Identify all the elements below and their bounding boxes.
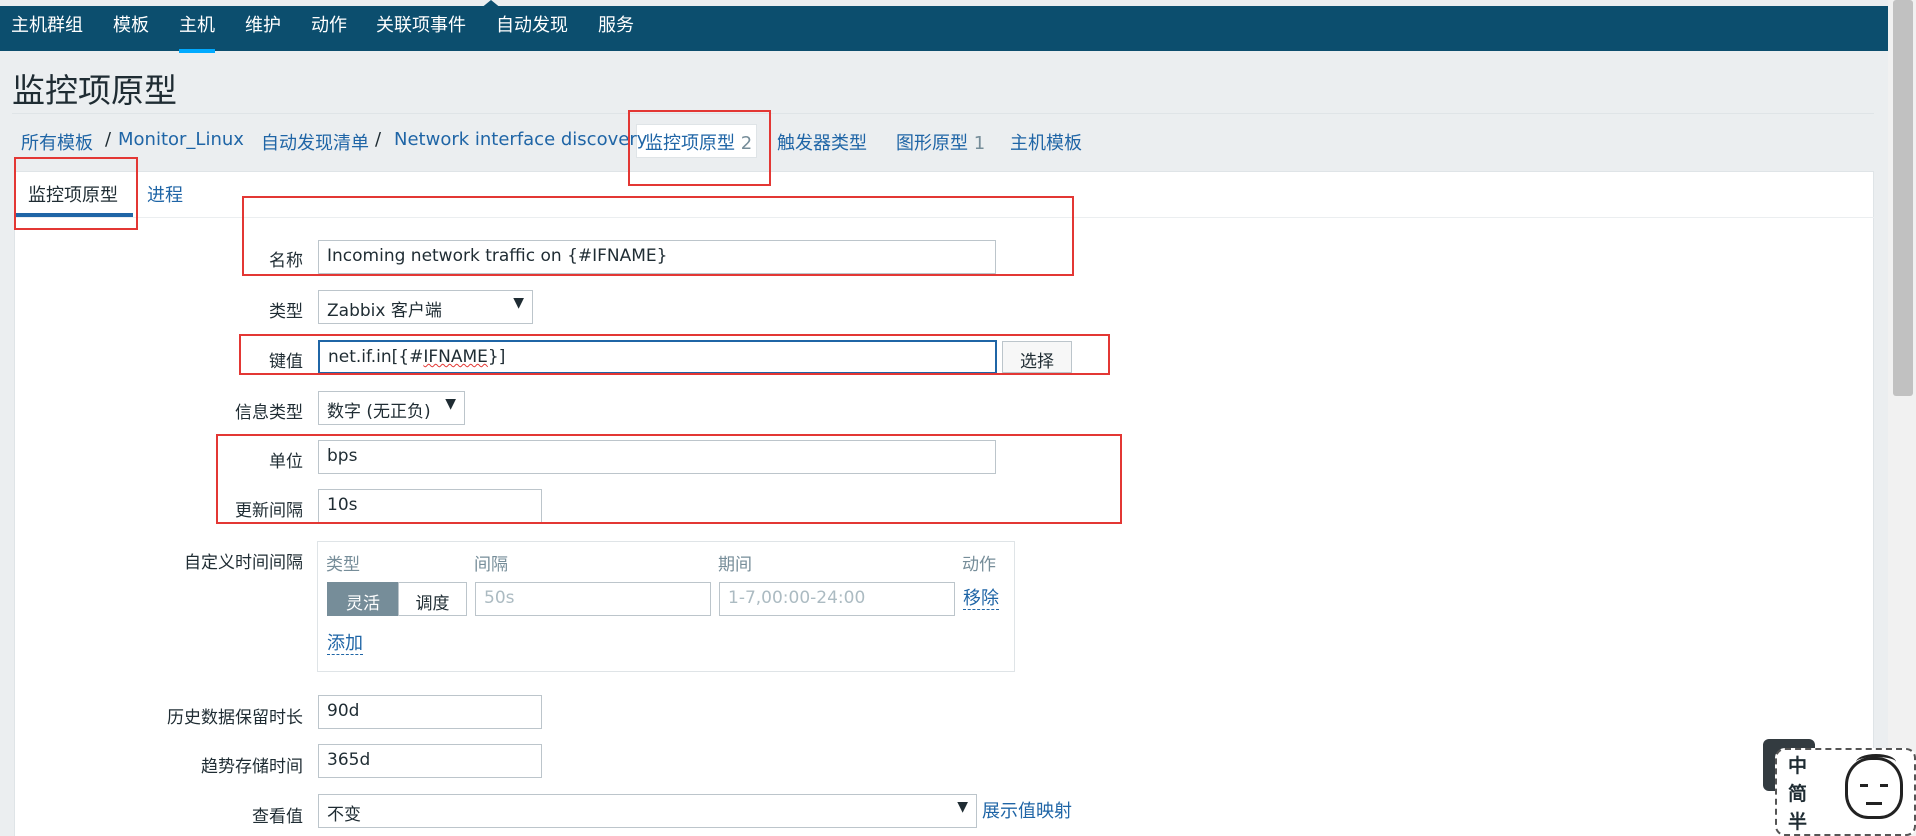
page-title: 监控项原型 bbox=[12, 71, 177, 110]
breadcrumb-discovery-list[interactable]: 自动发现清单 bbox=[261, 129, 369, 155]
breadcrumb-separator: / bbox=[105, 129, 112, 150]
dropdown-arrow-icon: ▼ bbox=[957, 799, 968, 815]
chat-widget-text: 中 简 半 bbox=[1788, 752, 1812, 836]
annotation-box-tab bbox=[14, 157, 138, 230]
annotation-box-name bbox=[242, 196, 1074, 276]
custom-interval-col-interval: 间隔 bbox=[474, 555, 508, 575]
nav-item-templates[interactable]: 模板 bbox=[113, 11, 149, 37]
custom-interval-col-action: 动作 bbox=[962, 555, 996, 575]
nav-item-discovery[interactable]: 自动发现 bbox=[496, 11, 568, 37]
history-input[interactable]: 90d bbox=[318, 695, 542, 729]
type-select[interactable]: Zabbix 客户端 ▼ bbox=[318, 290, 533, 324]
type-select-value: Zabbix 客户端 bbox=[327, 301, 442, 321]
breadcrumb-trigger-prototypes[interactable]: 触发器类型 bbox=[777, 129, 867, 155]
custom-period-placeholder: 1-7,00:00-24:00 bbox=[728, 588, 866, 608]
breadcrumb-graph-prototypes[interactable]: 图形原型 1 bbox=[896, 129, 985, 155]
history-label: 历史数据保留时长 bbox=[167, 708, 303, 728]
title-divider bbox=[12, 113, 1874, 114]
breadcrumb-host-templates[interactable]: 主机模板 bbox=[1010, 129, 1082, 155]
chat-widget-char: 中 bbox=[1788, 755, 1808, 777]
custom-interval-placeholder: 50s bbox=[484, 588, 515, 608]
custom-interval-col-type: 类型 bbox=[326, 555, 360, 575]
show-value-select[interactable]: 不变 ▼ bbox=[318, 794, 977, 828]
breadcrumb-graph-prototypes-count: 1 bbox=[973, 133, 986, 154]
custom-interval-add-link[interactable]: 添加 bbox=[327, 634, 363, 655]
nav-item-hosts[interactable]: 主机 bbox=[179, 11, 215, 53]
nav-item-maintenance[interactable]: 维护 bbox=[245, 11, 281, 37]
breadcrumb-template[interactable]: Monitor_Linux bbox=[118, 129, 244, 150]
custom-interval-col-period: 期间 bbox=[718, 555, 752, 575]
annotation-box-breadcrumb bbox=[628, 110, 771, 186]
breadcrumb-separator: / bbox=[375, 129, 382, 150]
chat-widget-char: 简 bbox=[1788, 783, 1808, 805]
cartoon-mouth bbox=[1866, 802, 1882, 805]
cartoon-face-icon bbox=[1845, 754, 1903, 819]
custom-interval-input[interactable]: 50s bbox=[475, 582, 711, 616]
info-type-select[interactable]: 数字 (无正负) ▼ bbox=[318, 391, 465, 425]
cartoon-eye bbox=[1880, 784, 1888, 787]
top-nav bbox=[0, 6, 1888, 51]
show-value-mapping-link[interactable]: 展示值映射 bbox=[982, 802, 1072, 822]
dropdown-arrow-icon: ▼ bbox=[513, 295, 524, 311]
nav-item-correlation[interactable]: 关联项事件 bbox=[376, 11, 466, 37]
trends-label: 趋势存储时间 bbox=[201, 757, 303, 777]
cartoon-eye bbox=[1860, 784, 1868, 787]
chat-widget-char: 半 bbox=[1788, 811, 1808, 833]
nav-item-services[interactable]: 服务 bbox=[598, 11, 634, 37]
info-type-select-value: 数字 (无正负) bbox=[327, 402, 431, 422]
breadcrumb-discovery-rule[interactable]: Network interface discovery bbox=[394, 129, 647, 150]
custom-period-input[interactable]: 1-7,00:00-24:00 bbox=[719, 582, 955, 616]
interval-type-scheduling[interactable]: 调度 bbox=[398, 582, 467, 616]
nav-item-actions[interactable]: 动作 bbox=[311, 11, 347, 37]
show-value-label: 查看值 bbox=[252, 807, 303, 827]
dropdown-arrow-icon: ▼ bbox=[445, 396, 456, 412]
scrollbar-thumb[interactable] bbox=[1893, 0, 1913, 396]
annotation-box-key bbox=[239, 334, 1110, 375]
info-type-label: 信息类型 bbox=[235, 403, 303, 423]
custom-interval-remove-link[interactable]: 移除 bbox=[963, 589, 999, 610]
breadcrumb-all-templates[interactable]: 所有模板 bbox=[21, 129, 93, 155]
trends-input[interactable]: 365d bbox=[318, 744, 542, 778]
annotation-box-units-interval bbox=[216, 434, 1122, 524]
show-value-select-value: 不变 bbox=[327, 805, 361, 825]
type-label: 类型 bbox=[269, 302, 303, 322]
nav-item-host-groups[interactable]: 主机群组 bbox=[11, 11, 83, 37]
breadcrumb-graph-prototypes-label: 图形原型 bbox=[896, 133, 968, 154]
cartoon-hair bbox=[1856, 754, 1896, 770]
custom-interval-label: 自定义时间间隔 bbox=[184, 553, 303, 573]
tab-preprocessing[interactable]: 进程 bbox=[147, 181, 183, 207]
interval-type-flexible[interactable]: 灵活 bbox=[327, 582, 399, 616]
